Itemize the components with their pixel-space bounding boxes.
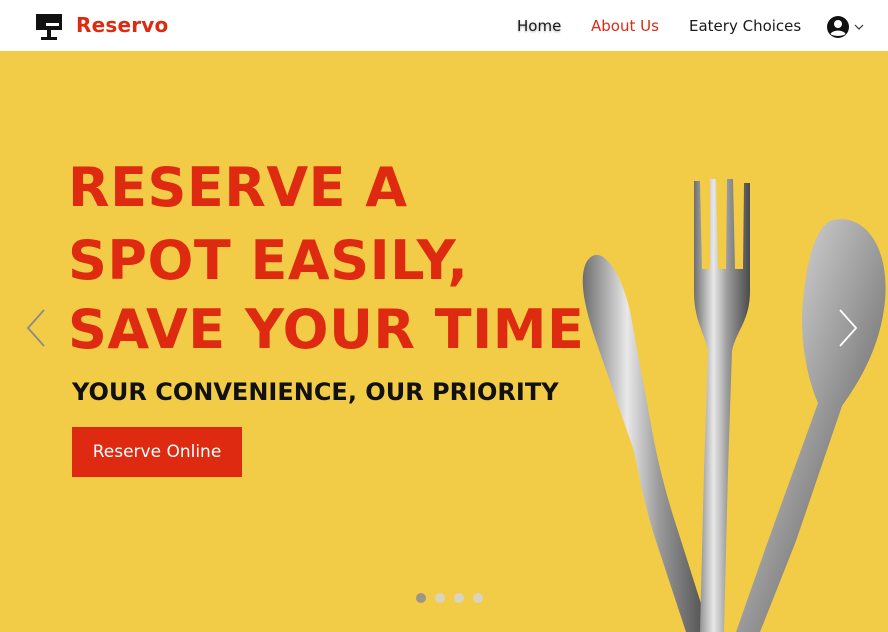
nav-home-link[interactable]: Home (517, 17, 561, 35)
hero-headline-line-3: SAVE YOUR TIME (68, 298, 585, 361)
slide-indicators (416, 593, 483, 603)
next-slide-button[interactable] (836, 306, 860, 350)
reservation-sign-icon (36, 14, 62, 40)
nav-eatery-choices-link[interactable]: Eatery Choices (689, 17, 801, 35)
reserve-online-button[interactable]: Reserve Online (72, 427, 242, 477)
hero-slideshow: RESERVE A SPOT EASILY, SAVE YOUR TIME YO… (0, 51, 888, 632)
hero-subheadline: YOUR CONVENIENCE, OUR PRIORITY (72, 378, 559, 406)
chevron-left-icon (26, 309, 45, 347)
account-menu-button[interactable] (826, 15, 866, 39)
brand-logo[interactable]: Reservo (36, 13, 168, 40)
cutlery-image (582, 179, 886, 632)
previous-slide-button[interactable] (24, 306, 48, 350)
user-avatar-icon (827, 16, 849, 38)
slide-dot[interactable] (435, 593, 445, 603)
chevron-down-icon (854, 24, 864, 30)
site-header: Reservo Home About Us Eatery Choices (0, 0, 888, 51)
slide-dot[interactable] (473, 593, 483, 603)
slide-dot[interactable] (454, 593, 464, 603)
chevron-right-icon (839, 309, 858, 347)
slide-dot[interactable] (416, 593, 426, 603)
nav-about-link[interactable]: About Us (591, 17, 659, 35)
hero-headline-line-2: SPOT EASILY, (68, 229, 469, 292)
brand-name: Reservo (76, 13, 169, 37)
hero-headline-line-1: RESERVE A (68, 156, 408, 219)
